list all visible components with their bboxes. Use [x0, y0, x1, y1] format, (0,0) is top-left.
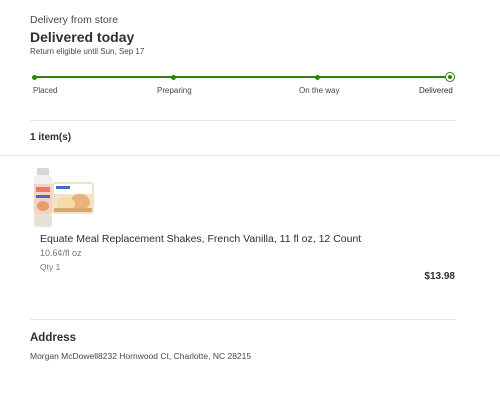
progress-line — [35, 76, 450, 78]
divider — [30, 120, 455, 121]
product-image[interactable] — [30, 166, 96, 230]
item-price: $13.98 — [424, 271, 455, 282]
order-status-title: Delivered today — [30, 29, 135, 45]
return-eligibility-note: Return eligible until Sun, Sep 17 — [30, 47, 145, 56]
divider — [30, 319, 455, 320]
delivery-type: Delivery from store — [30, 14, 119, 26]
divider — [0, 155, 500, 156]
step-label-placed: Placed — [33, 86, 58, 95]
step-dot-preparing — [171, 74, 176, 80]
unit-price: 10.6¢/fl oz — [40, 248, 82, 258]
step-label-preparing: Preparing — [157, 86, 192, 95]
item-quantity: Qty 1 — [40, 262, 61, 272]
step-label-on-the-way: On the way — [299, 86, 340, 95]
items-count: 1 item(s) — [30, 132, 72, 143]
step-dot-placed — [32, 74, 37, 80]
address-heading: Address — [30, 332, 77, 344]
step-dot-delivered — [445, 72, 455, 82]
delivery-address: Morgan McDowell8232 Hornwood Ct, Charlot… — [30, 351, 252, 361]
step-label-delivered: Delivered — [419, 86, 453, 95]
step-dot-on-the-way — [315, 74, 320, 80]
product-name[interactable]: Equate Meal Replacement Shakes, French V… — [40, 233, 361, 245]
